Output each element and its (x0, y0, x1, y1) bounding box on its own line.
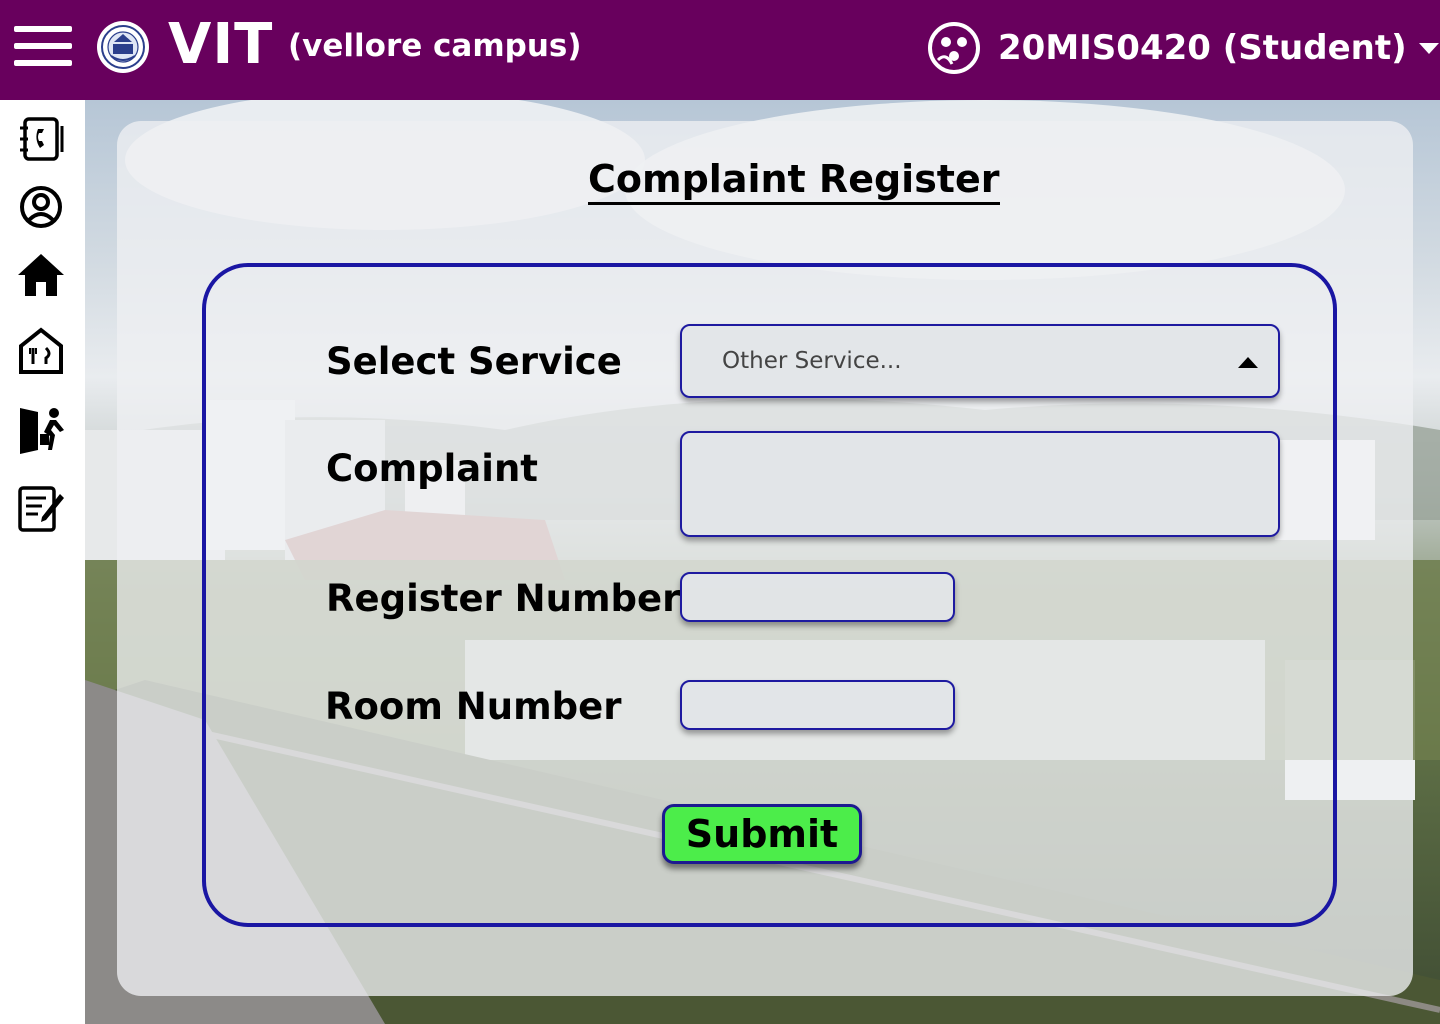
complaint-form-icon[interactable] (16, 484, 66, 534)
submit-button[interactable]: Submit (662, 804, 862, 864)
submit-button-label: Submit (685, 812, 839, 856)
home-icon[interactable] (16, 250, 66, 300)
room-number-label: Room Number (325, 685, 622, 728)
brand-title: VIT (168, 12, 274, 77)
register-number-input[interactable] (680, 572, 955, 622)
register-number-label: Register Number (326, 577, 681, 620)
menu-icon[interactable] (14, 24, 72, 68)
top-navbar: VIT (vellore campus) 20MIS0420 (Student) (0, 0, 1440, 100)
vit-logo-icon (97, 21, 149, 73)
caret-up-icon (1238, 357, 1258, 368)
mess-food-icon[interactable] (16, 326, 66, 376)
complaint-label: Complaint (326, 447, 538, 490)
user-menu[interactable]: 20MIS0420 (Student) (926, 20, 1439, 76)
complaint-textarea[interactable] (680, 431, 1280, 537)
campus-subtitle: (vellore campus) (288, 28, 582, 64)
service-label: Select Service (326, 340, 622, 383)
sidebar (0, 100, 85, 1024)
leave-exit-icon[interactable] (16, 404, 66, 454)
profile-icon[interactable] (16, 182, 66, 232)
chevron-down-icon[interactable] (1418, 42, 1439, 54)
page-title: Complaint Register (588, 156, 1000, 205)
service-select-value: Other Service... (722, 348, 902, 374)
user-avatar-icon (928, 22, 980, 74)
service-select[interactable]: Other Service... (680, 324, 1280, 398)
room-number-input[interactable] (680, 680, 955, 730)
user-id-label: 20MIS0420 (Student) (998, 28, 1407, 68)
contacts-book-icon[interactable] (16, 114, 66, 164)
